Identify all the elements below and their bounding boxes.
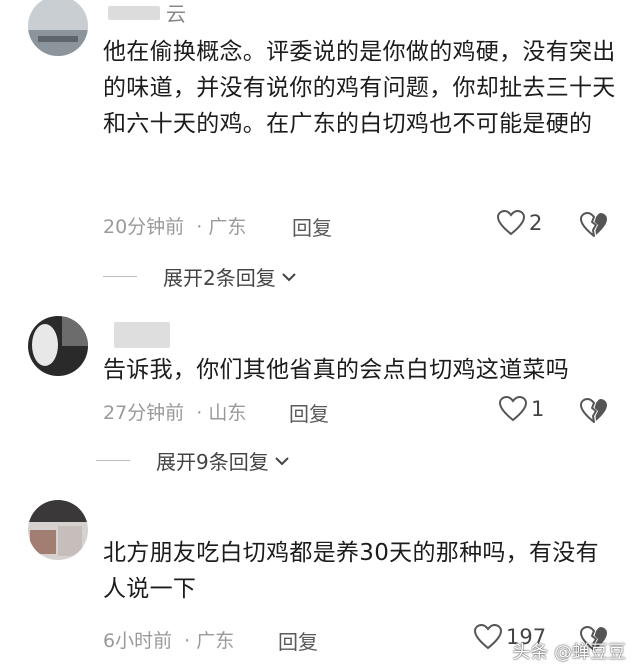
username[interactable]: 云 xyxy=(166,0,186,27)
comment-time: 6小时前 xyxy=(103,630,173,652)
comment-text: 他在偷换概念。评委说的是你做的鸡硬，没有突出的味道，并没有说你的鸡有问题，你却扯… xyxy=(103,39,616,137)
heart-outline-icon xyxy=(474,624,502,650)
avatar[interactable] xyxy=(28,316,88,376)
reply-button[interactable]: 回复 xyxy=(278,626,318,655)
reply-button[interactable]: 回复 xyxy=(292,212,332,241)
heart-outline-icon xyxy=(497,210,525,236)
username-blur xyxy=(114,322,170,348)
comment-2: 告诉我，你们其他省真的会点白切鸡这道菜吗 27分钟前 · 山东 回复 1 展开9… xyxy=(0,300,640,490)
comment-meta: 20分钟前 · 广东 xyxy=(103,212,246,239)
divider-line xyxy=(103,276,137,277)
like-count: 1 xyxy=(531,397,545,421)
chevron-down-icon xyxy=(275,456,289,465)
comment-time: 27分钟前 xyxy=(103,402,185,424)
comment-location: · 广东 xyxy=(184,630,235,652)
heart-outline-icon xyxy=(499,396,527,422)
comment-text: 告诉我，你们其他省真的会点白切鸡这道菜吗 xyxy=(103,357,569,383)
comment-1: 云 他在偷换概念。评委说的是你做的鸡硬，没有突出的味道，并没有说你的鸡有问题，你… xyxy=(0,0,640,300)
comment-meta: 6小时前 · 广东 xyxy=(103,626,234,653)
like-count: 2 xyxy=(529,211,543,235)
comment-meta: 27分钟前 · 山东 xyxy=(103,398,246,425)
expand-replies-label: 展开2条回复 xyxy=(163,266,276,290)
expand-replies-button[interactable]: 展开2条回复 xyxy=(103,262,298,291)
like-button[interactable]: 2 xyxy=(497,210,542,236)
watermark: 头条 @蝉豆豆 xyxy=(512,642,626,663)
username-blur xyxy=(108,6,160,20)
comment-location: · 山东 xyxy=(196,402,247,424)
broken-heart-icon[interactable] xyxy=(580,397,608,425)
expand-replies-label: 展开9条回复 xyxy=(156,450,269,474)
like-button[interactable]: 1 xyxy=(499,396,544,422)
avatar[interactable] xyxy=(28,0,88,56)
comment-time: 20分钟前 xyxy=(103,216,185,238)
chevron-down-icon xyxy=(282,272,296,281)
reply-button[interactable]: 回复 xyxy=(289,398,329,427)
expand-replies-button[interactable]: 展开9条回复 xyxy=(96,446,291,475)
divider-line xyxy=(96,460,130,461)
comment-text: 北方朋友吃白切鸡都是养30天的那种吗，有没有人说一下 xyxy=(103,540,599,602)
comment-location: · 广东 xyxy=(196,216,247,238)
avatar[interactable] xyxy=(28,500,88,560)
broken-heart-icon[interactable] xyxy=(580,211,608,239)
